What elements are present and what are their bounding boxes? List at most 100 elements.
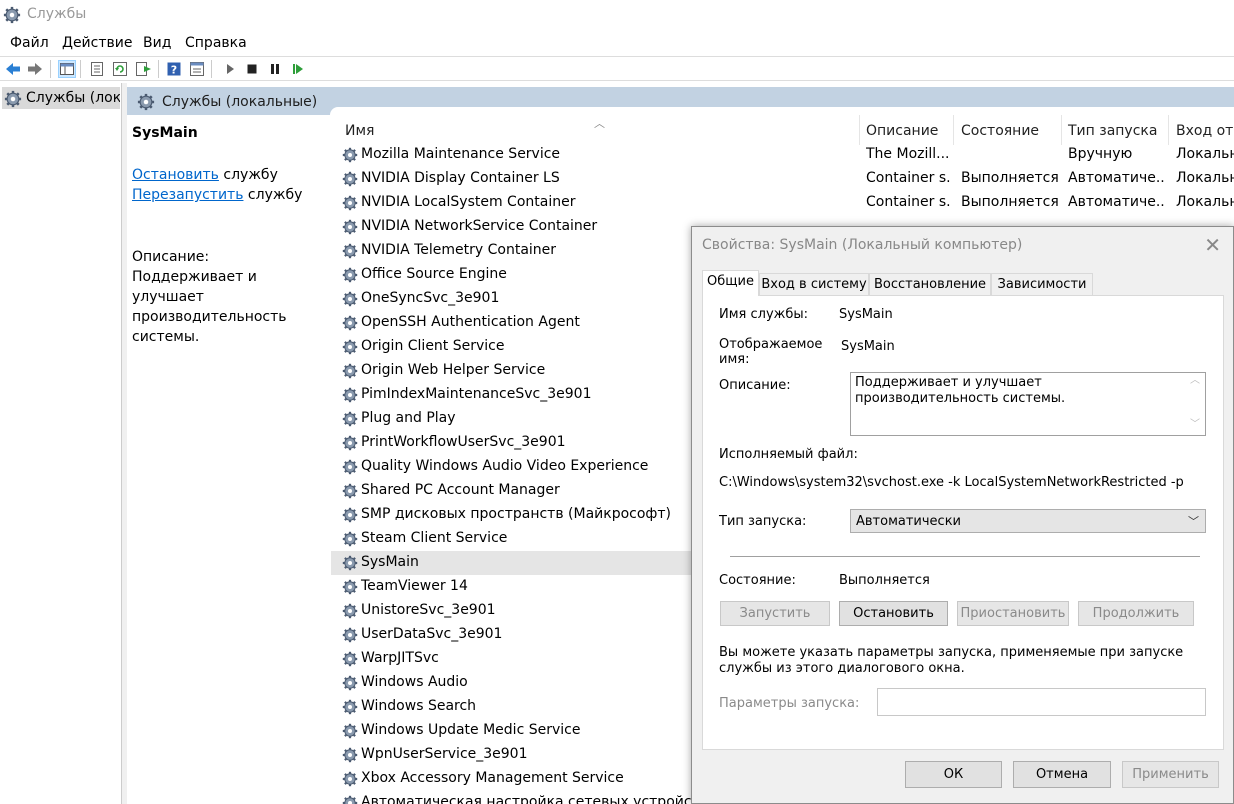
description-value: Поддерживает и улучшает производительнос…	[855, 375, 1066, 406]
console-tree-button[interactable]	[58, 60, 76, 78]
menu-file[interactable]: Файл	[10, 35, 49, 51]
service-name-cell: SysMain	[361, 554, 419, 570]
view-button[interactable]	[188, 60, 206, 78]
gear-icon	[342, 315, 358, 331]
exe-path: C:\Windows\system32\svchost.exe -k Local…	[719, 475, 1184, 490]
tab-logon[interactable]: Вход в систему	[759, 273, 869, 295]
selected-service-name: SysMain	[132, 125, 198, 141]
sort-ascending-icon: ︿	[594, 117, 605, 130]
extended-description-pane: SysMain Остановить службу Перезапустить …	[127, 115, 331, 804]
service-desc-cell: Container s...	[866, 170, 950, 186]
service-name-cell: WarpJITSvc	[361, 650, 439, 666]
properties-button[interactable]	[88, 60, 106, 78]
restart-service-link[interactable]: Перезапустить	[132, 187, 243, 203]
restart-service-button[interactable]	[289, 60, 307, 78]
tree-node-label: Службы (лока	[26, 90, 120, 106]
service-name-cell: Quality Windows Audio Video Experience	[361, 458, 649, 474]
service-name-cell: NVIDIA NetworkService Container	[361, 218, 598, 234]
ok-button[interactable]: ОК	[905, 761, 1002, 788]
properties-icon	[91, 62, 103, 76]
gear-icon	[342, 459, 358, 475]
service-name-cell: Mozilla Maintenance Service	[361, 146, 561, 162]
table-row[interactable]: NVIDIA LocalSystem Container Container s.…	[331, 191, 1234, 215]
console-tree-icon	[60, 63, 74, 75]
cancel-button[interactable]: Отмена	[1013, 761, 1111, 788]
service-name-value: SysMain	[839, 307, 893, 322]
refresh-icon	[113, 62, 127, 76]
gear-icon	[342, 243, 358, 259]
service-name-cell: NVIDIA Display Container LS	[361, 170, 560, 186]
gear-icon	[342, 219, 358, 235]
service-name-cell: Автоматическая настройка сетевых устройс…	[361, 794, 708, 804]
stop-suffix: службу	[218, 167, 278, 183]
export-list-button[interactable]	[135, 60, 153, 78]
gear-icon	[342, 675, 358, 691]
tab-general[interactable]: Общие	[702, 270, 759, 296]
column-header-status[interactable]: Состояние	[961, 115, 1039, 145]
stop-service-link[interactable]: Остановить	[132, 167, 219, 183]
service-name-cell: WpnUserService_3e901	[361, 746, 528, 762]
description-label: Описание:	[132, 249, 210, 265]
service-desc-cell: The Mozill...	[866, 146, 950, 162]
description-field[interactable]: Поддерживает и улучшает производительнос…	[850, 372, 1206, 436]
gear-icon	[342, 483, 358, 499]
service-desc-cell: Container s...	[866, 194, 950, 210]
gear-icon	[342, 171, 358, 187]
gear-icon	[4, 90, 22, 108]
start-params-input[interactable]	[877, 688, 1206, 716]
stop-icon	[247, 64, 257, 74]
pause-service-button[interactable]	[266, 60, 284, 78]
startup-type-label: Тип запуска:	[719, 514, 807, 529]
refresh-button[interactable]	[111, 60, 129, 78]
gear-icon	[342, 411, 358, 427]
table-row[interactable]: NVIDIA Display Container LS Container s..…	[331, 167, 1234, 191]
pause-button[interactable]: Приостановить	[957, 601, 1069, 626]
gear-icon	[342, 147, 358, 163]
panel-title: Службы (локальные)	[162, 94, 318, 110]
service-name-cell: PimIndexMaintenanceSvc_3e901	[361, 386, 592, 402]
resume-button[interactable]: Продолжить	[1078, 601, 1194, 626]
tree-node-services[interactable]: Службы (лока	[2, 87, 120, 109]
column-header-name[interactable]: Имя	[345, 115, 374, 145]
service-name-cell: NVIDIA LocalSystem Container	[361, 194, 576, 210]
restart-icon	[293, 64, 303, 74]
restart-action: Перезапустить службу	[132, 187, 302, 203]
display-name-label-2: имя:	[719, 352, 750, 367]
column-header-description[interactable]: Описание	[866, 115, 938, 145]
gear-icon	[342, 699, 358, 715]
description-scrollbar[interactable]: ︿ ﹀	[1185, 373, 1205, 435]
service-name-cell: Windows Search	[361, 698, 477, 714]
close-icon[interactable]: ✕	[1204, 233, 1221, 257]
tab-recovery[interactable]: Восстановление	[869, 273, 991, 295]
forward-button[interactable]	[26, 60, 44, 78]
chevron-up-icon: ︿	[1190, 375, 1200, 386]
column-header-startup-type[interactable]: Тип запуска	[1068, 115, 1157, 145]
tab-dependencies[interactable]: Зависимости	[991, 273, 1093, 295]
gear-icon	[342, 387, 358, 403]
service-name-cell: Shared PC Account Manager	[361, 482, 560, 498]
start-button[interactable]: Запустить	[720, 601, 830, 626]
console-tree: Службы (лока	[0, 83, 122, 804]
start-service-button[interactable]	[221, 60, 239, 78]
service-startup-cell: Вручную	[1068, 146, 1133, 162]
start-params-label: Параметры запуска:	[719, 696, 860, 711]
table-row[interactable]: Mozilla Maintenance Service The Mozill...…	[331, 143, 1234, 167]
back-button[interactable]	[4, 60, 22, 78]
stop-action: Остановить службу	[132, 167, 278, 183]
startup-type-select[interactable]: Автоматически ﹀	[850, 509, 1206, 533]
help-button[interactable]: ?	[165, 60, 183, 78]
menu-action[interactable]: Действие	[62, 35, 132, 51]
gear-icon	[342, 771, 358, 787]
service-name-cell: OpenSSH Authentication Agent	[361, 314, 580, 330]
menu-help[interactable]: Справка	[185, 35, 247, 51]
startup-type-value: Автоматически	[856, 514, 962, 529]
column-header-logon[interactable]: Вход от и	[1176, 115, 1234, 145]
menu-view[interactable]: Вид	[143, 35, 171, 51]
stop-service-button[interactable]	[243, 60, 261, 78]
general-tab-panel: Имя службы: SysMain Отображаемое имя: Sy…	[702, 295, 1224, 750]
pause-icon	[271, 64, 279, 74]
panel-header: Службы (локальные)	[127, 87, 1234, 115]
stop-button[interactable]: Остановить	[839, 601, 948, 626]
hint-line-2: службы из этого диалогового окна.	[719, 661, 965, 676]
apply-button[interactable]: Применить	[1122, 761, 1219, 788]
